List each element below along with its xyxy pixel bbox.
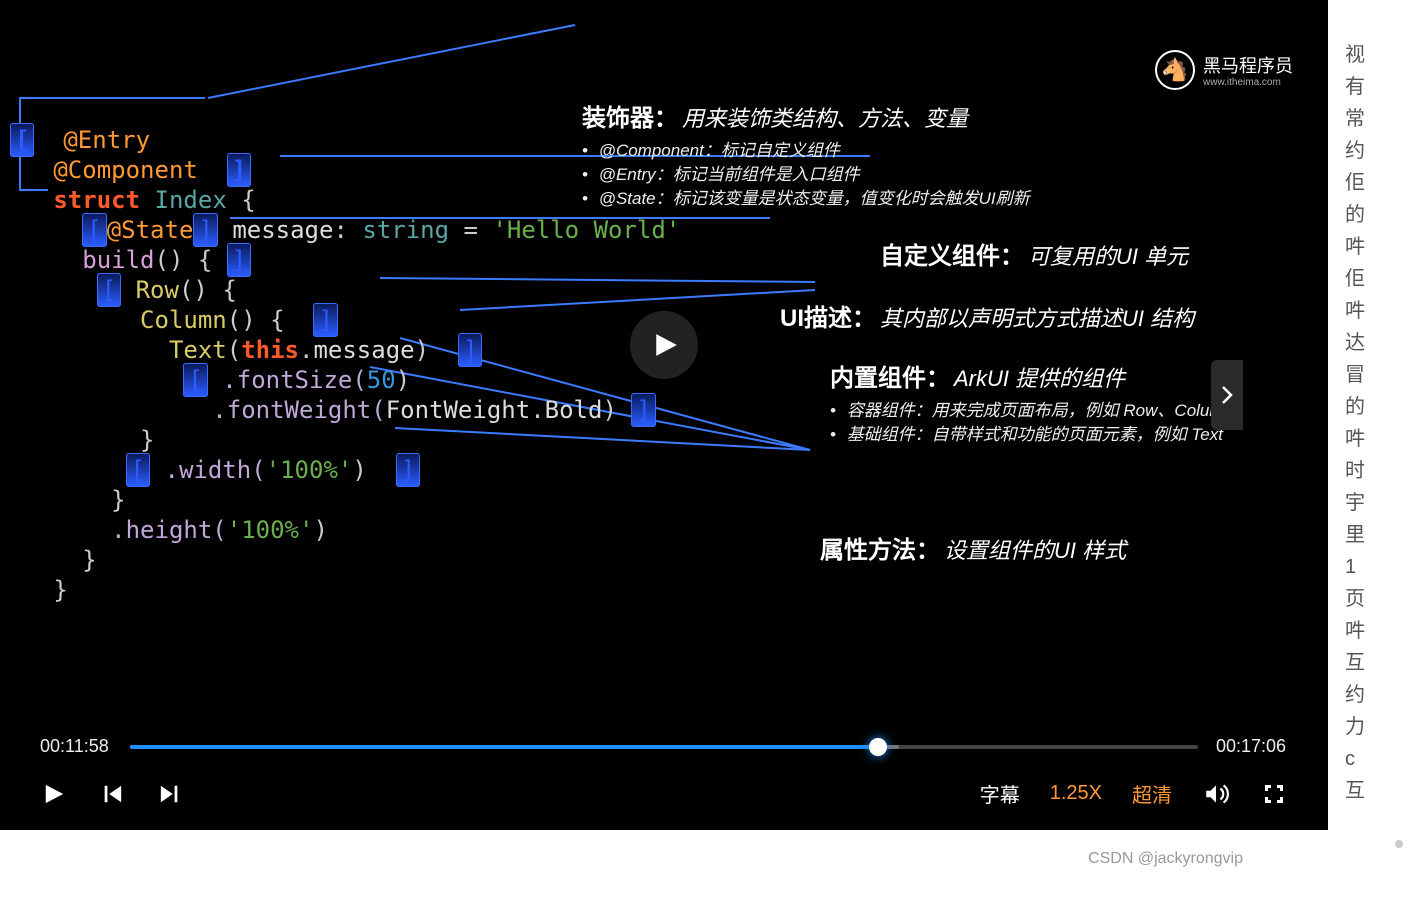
- logo-sub: www.itheima.com: [1203, 77, 1293, 88]
- brand-logo: 🐴 黑马程序员 www.itheima.com: [1155, 50, 1293, 90]
- prev-button[interactable]: [98, 780, 126, 808]
- sidebar-frag: c: [1345, 744, 1405, 774]
- sidebar-frag: 力: [1345, 712, 1405, 742]
- anno-attr: 属性方法：设置组件的UI 样式: [820, 530, 1126, 565]
- sidebar-frag: 吽: [1345, 296, 1405, 326]
- progress-bar: [130, 745, 878, 749]
- sidebar-frag: 的: [1345, 200, 1405, 230]
- control-bar: 00:11:58 00:17:06 字幕: [0, 718, 1328, 830]
- sidebar-frag: 时: [1345, 456, 1405, 486]
- logo-name: 黑马程序员: [1203, 52, 1293, 78]
- sidebar-expand-button[interactable]: [1211, 360, 1243, 430]
- prev-icon: [101, 783, 123, 805]
- video-player: 🐴 黑马程序员 www.itheima.com [ @Entry @Compon…: [0, 0, 1328, 830]
- play-button[interactable]: [40, 780, 68, 808]
- sidebar-frag: 吽: [1345, 424, 1405, 454]
- scroll-indicator: [1395, 840, 1403, 848]
- play-icon: [653, 330, 679, 360]
- play-icon: [43, 782, 65, 806]
- time-current: 00:11:58: [40, 736, 112, 757]
- sidebar-frag: 宇: [1345, 488, 1405, 518]
- fullscreen-icon: [1262, 782, 1286, 806]
- anno-custom: 自定义组件：可复用的UI 单元: [880, 236, 1188, 271]
- sidebar-frag: 达: [1345, 328, 1405, 358]
- time-duration: 00:17:06: [1216, 736, 1288, 757]
- progress-track[interactable]: [130, 745, 1198, 749]
- code-block: [ @Entry @Component ] struct Index { [@S…: [10, 95, 680, 635]
- sidebar-frag: 佢: [1345, 168, 1405, 198]
- timeline-row: 00:11:58 00:17:06: [40, 736, 1288, 757]
- sidebar-frag: 约: [1345, 136, 1405, 166]
- speed-button[interactable]: 1.25X: [1050, 782, 1102, 805]
- sidebar-frag: 冒: [1345, 360, 1405, 390]
- video-content: 🐴 黑马程序员 www.itheima.com [ @Entry @Compon…: [0, 0, 1328, 690]
- subtitle-button[interactable]: 字幕: [980, 779, 1020, 808]
- watermark: CSDN @jackyrongvip: [1088, 850, 1243, 868]
- chevron-right-icon: [1221, 385, 1233, 405]
- sidebar-frag: 有: [1345, 72, 1405, 102]
- next-icon: [159, 783, 181, 805]
- fullscreen-button[interactable]: [1260, 780, 1288, 808]
- play-overlay-button[interactable]: [630, 311, 698, 379]
- right-sidebar: 视有常约佢的吽佢吽达冒的吽时宇里1页吽互约力c互: [1345, 40, 1405, 808]
- next-button[interactable]: [156, 780, 184, 808]
- sidebar-frag: 常: [1345, 104, 1405, 134]
- sidebar-frag: 的: [1345, 392, 1405, 422]
- volume-button[interactable]: [1202, 780, 1230, 808]
- quality-button[interactable]: 超清: [1132, 779, 1172, 808]
- sidebar-frag: 视: [1345, 40, 1405, 70]
- sidebar-frag: 里: [1345, 520, 1405, 550]
- sidebar-frag: 互: [1345, 776, 1405, 806]
- progress-thumb[interactable]: [869, 738, 887, 756]
- sidebar-frag: 吽: [1345, 616, 1405, 646]
- sidebar-frag: 佢: [1345, 264, 1405, 294]
- anno-uidesc: UI描述：其内部以声明式方式描述UI 结构: [780, 298, 1194, 333]
- sidebar-frag: 页: [1345, 584, 1405, 614]
- anno-decorator: 装饰器：用来装饰类结构、方法、变量 @Component：标记自定义组件 @En…: [582, 98, 1030, 211]
- volume-icon: [1203, 781, 1229, 807]
- sidebar-frag: 吽: [1345, 232, 1405, 262]
- anno-builtin: 内置组件：ArkUI 提供的组件 容器组件：用来完成页面布局，例如 Row、Co…: [830, 358, 1233, 447]
- logo-icon: 🐴: [1155, 50, 1195, 90]
- sidebar-frag: 互: [1345, 648, 1405, 678]
- sidebar-frag: 约: [1345, 680, 1405, 710]
- sidebar-frag: 1: [1345, 552, 1405, 582]
